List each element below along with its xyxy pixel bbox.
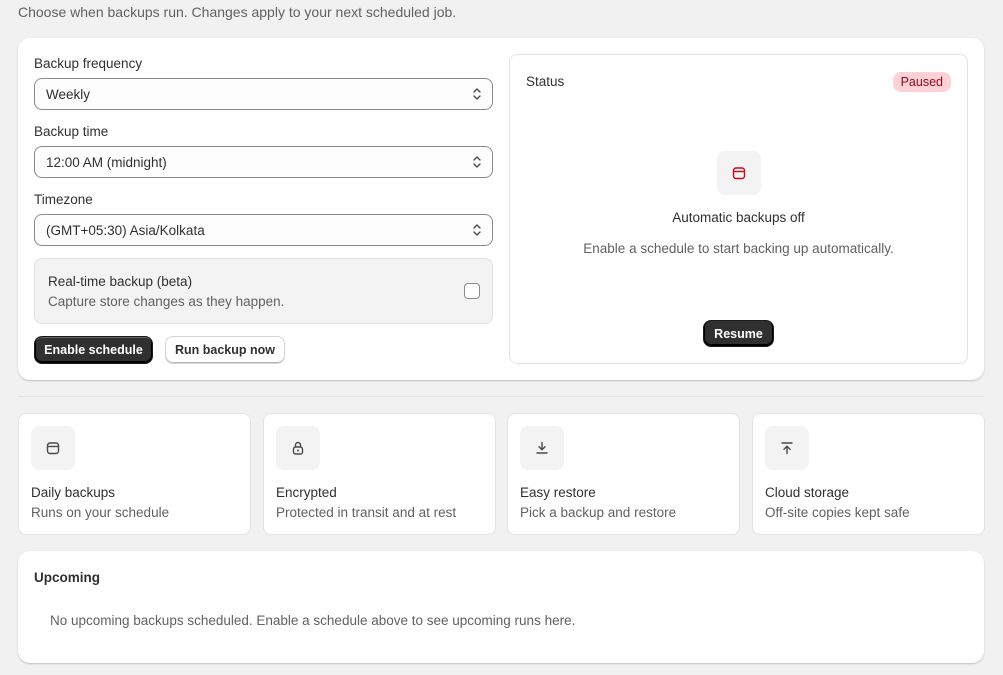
feature-card-daily-backups: Daily backups Runs on your schedule xyxy=(18,413,251,535)
feature-title: Cloud storage xyxy=(765,485,850,500)
select-chevron-icon xyxy=(473,224,481,236)
calendar-icon xyxy=(717,151,761,195)
resume-button[interactable]: Resume xyxy=(703,320,774,347)
upcoming-empty-text: No upcoming backups scheduled. Enable a … xyxy=(50,613,576,628)
feature-description: Off-site copies kept safe xyxy=(765,505,910,520)
feature-card-encrypted: Encrypted Protected in transit and at re… xyxy=(263,413,496,535)
feature-card-cloud-storage: Cloud storage Off-site copies kept safe xyxy=(752,413,985,535)
frequency-value: Weekly xyxy=(46,86,91,102)
realtime-backup-description: Capture store changes as they happen. xyxy=(48,294,285,309)
feature-title: Daily backups xyxy=(31,485,116,500)
feature-description: Protected in transit and at rest xyxy=(276,505,457,520)
status-label: Status xyxy=(526,74,565,89)
frequency-label: Backup frequency xyxy=(34,56,143,71)
lock-icon xyxy=(276,426,320,470)
timezone-select[interactable]: (GMT+05:30) Asia/Kolkata xyxy=(34,214,493,246)
realtime-backup-title: Real-time backup (beta) xyxy=(48,274,193,289)
timezone-value: (GMT+05:30) Asia/Kolkata xyxy=(46,222,205,238)
feature-description: Pick a backup and restore xyxy=(520,505,677,520)
status-empty-title: Automatic backups off xyxy=(672,210,805,225)
time-select[interactable]: 12:00 AM (midnight) xyxy=(34,146,493,178)
time-label: Backup time xyxy=(34,124,109,139)
time-value: 12:00 AM (midnight) xyxy=(46,154,167,170)
schedule-card: Backup frequency Weekly Backup time 12:0… xyxy=(18,38,984,380)
frequency-select[interactable]: Weekly xyxy=(34,78,493,110)
realtime-backup-checkbox[interactable] xyxy=(464,283,480,299)
feature-description: Runs on your schedule xyxy=(31,505,170,520)
feature-title: Easy restore xyxy=(520,485,596,500)
run-backup-now-button[interactable]: Run backup now xyxy=(165,336,285,364)
upcoming-card: Upcoming No upcoming backups scheduled. … xyxy=(18,551,984,663)
enable-schedule-button[interactable]: Enable schedule xyxy=(34,336,153,364)
status-panel: Status Paused Automatic backups off Enab… xyxy=(509,54,968,364)
upload-icon xyxy=(765,426,809,470)
timezone-label: Timezone xyxy=(34,192,93,207)
realtime-backup-option: Real-time backup (beta) Capture store ch… xyxy=(34,258,493,324)
select-chevron-icon xyxy=(473,156,481,168)
feature-title: Encrypted xyxy=(276,485,337,500)
status-badge: Paused xyxy=(892,72,951,92)
download-icon xyxy=(520,426,564,470)
section-divider xyxy=(18,396,984,397)
page-subtitle: Choose when backups run. Changes apply t… xyxy=(18,4,457,20)
feature-card-easy-restore: Easy restore Pick a backup and restore xyxy=(507,413,740,535)
calendar-icon xyxy=(31,426,75,470)
status-empty-description: Enable a schedule to start backing up au… xyxy=(583,241,894,256)
select-chevron-icon xyxy=(473,88,481,100)
upcoming-title: Upcoming xyxy=(34,570,100,585)
